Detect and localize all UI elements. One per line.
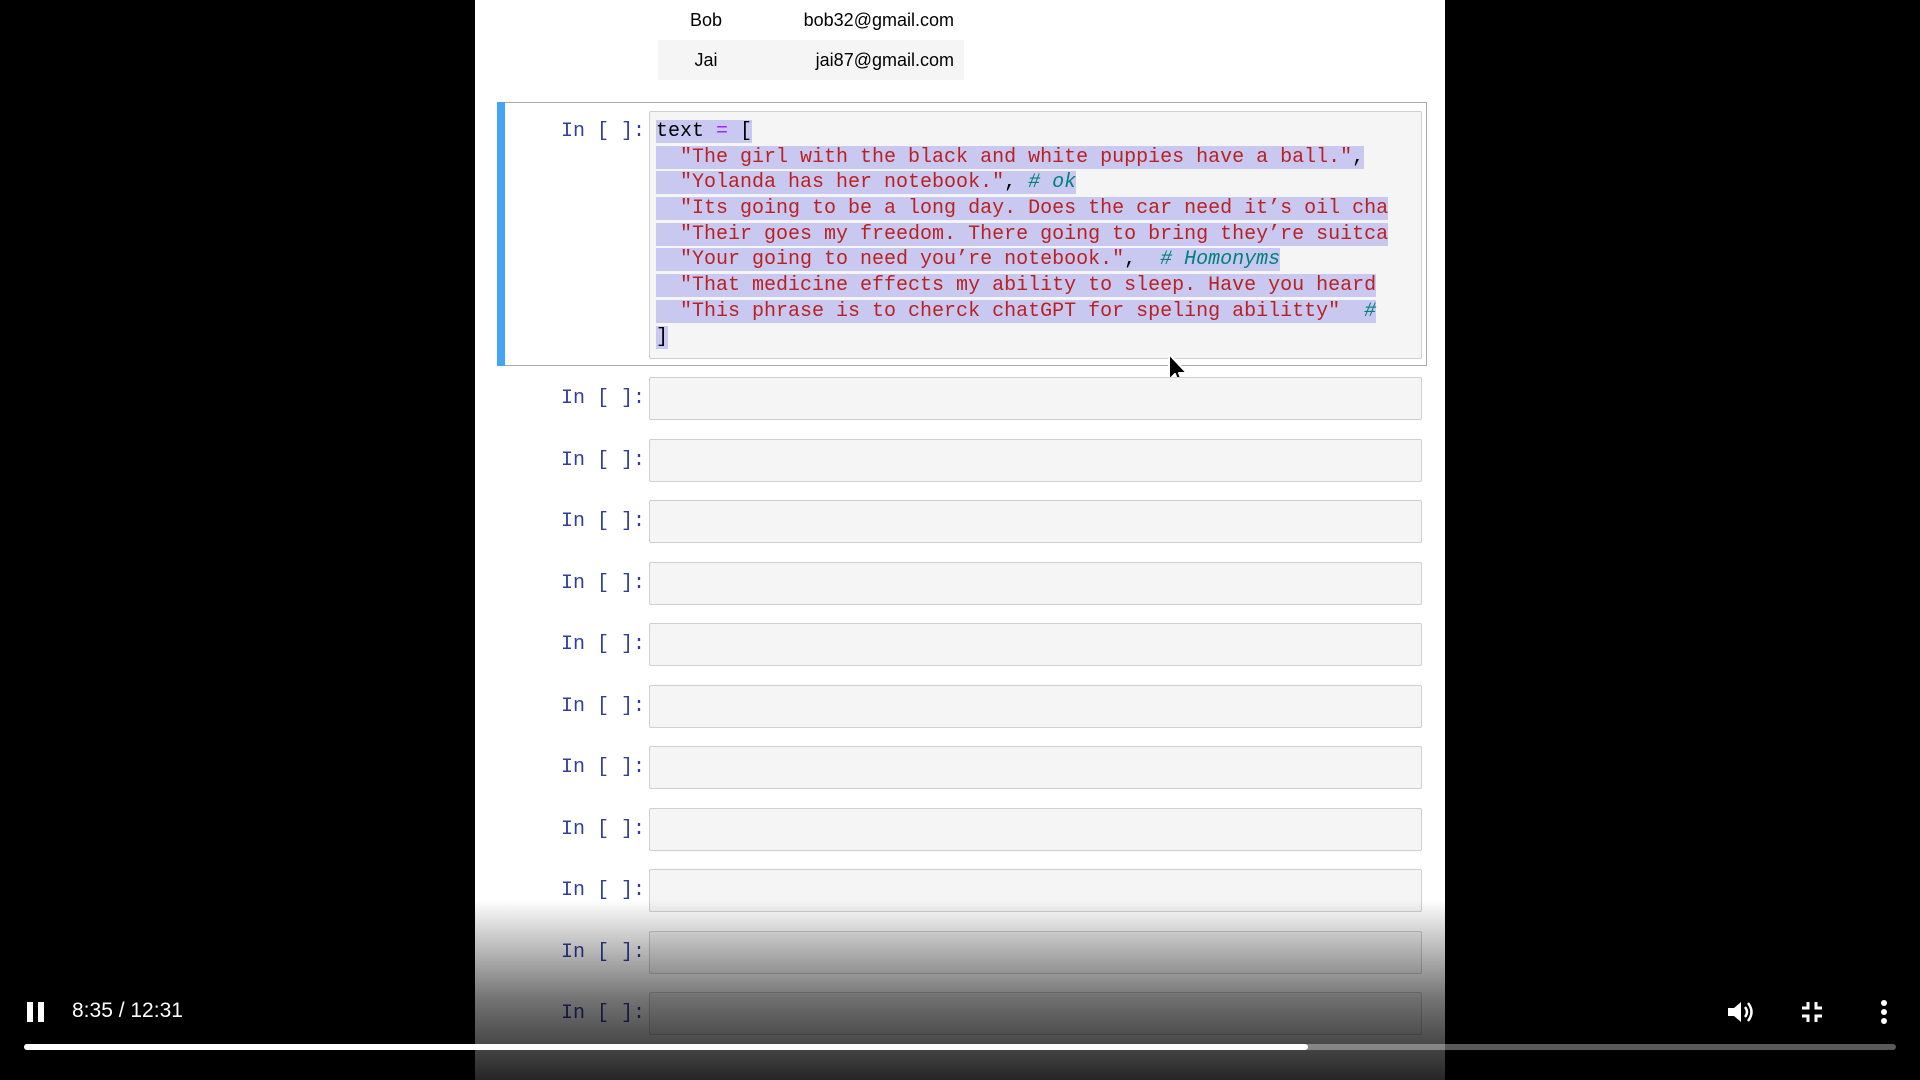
code-token: [ bbox=[728, 120, 753, 143]
code-token: "Its going to be a long day. Does the ca… bbox=[680, 197, 1389, 221]
code-line: "Your going to need you’re notebook.", #… bbox=[656, 247, 1422, 273]
selected-text: ] bbox=[656, 325, 669, 349]
code-line: text = [ bbox=[656, 119, 1422, 145]
empty-code-input[interactable] bbox=[649, 685, 1422, 728]
selected-text: "The girl with the black and white puppi… bbox=[656, 145, 1365, 169]
selected-text: "This phrase is to cherck chatGPT for sp… bbox=[656, 299, 1377, 323]
empty-code-input[interactable] bbox=[649, 931, 1422, 974]
cell-prompt: In [ ]: bbox=[560, 510, 645, 533]
cell-prompt: In [ ]: bbox=[560, 756, 645, 779]
time-display: 8:35 / 12:31 bbox=[72, 999, 183, 1022]
empty-code-input[interactable] bbox=[649, 439, 1422, 482]
code-token: , bbox=[1124, 248, 1161, 272]
table-row: Bob bob32@gmail.com bbox=[658, 0, 964, 40]
cell-prompt: In [ ]: bbox=[560, 120, 645, 143]
cell-prompt: In [ ]: bbox=[560, 387, 645, 410]
cell-prompt: In [ ]: bbox=[560, 449, 645, 472]
cell-prompt: In [ ]: bbox=[560, 633, 645, 656]
code-token: # ok bbox=[1028, 171, 1077, 195]
cell-prompt: In [ ]: bbox=[560, 941, 645, 964]
more-vert-icon[interactable] bbox=[1868, 996, 1900, 1028]
code-line: "That medicine effects my ability to sle… bbox=[656, 273, 1422, 299]
table-cell-name: Bob bbox=[689, 9, 723, 30]
selected-text: "Its going to be a long day. Does the ca… bbox=[656, 197, 1389, 221]
table-row: Jai jai87@gmail.com bbox=[658, 40, 964, 80]
exit-fullscreen-icon[interactable] bbox=[1796, 996, 1828, 1028]
selected-text: "Yolanda has her notebook.", # ok bbox=[656, 171, 1077, 195]
code-content[interactable]: text = [ "The girl with the black and wh… bbox=[656, 119, 1422, 359]
code-token: "Yolanda has her notebook." bbox=[680, 171, 1005, 195]
selected-text: "Your going to need you’re notebook.", #… bbox=[656, 248, 1281, 272]
cell-prompt: In [ ]: bbox=[560, 879, 645, 902]
empty-code-input[interactable] bbox=[649, 377, 1422, 420]
code-line: "Its going to be a long day. Does the ca… bbox=[656, 196, 1422, 222]
cell-prompt: In [ ]: bbox=[560, 695, 645, 718]
code-token: "Their goes my freedom. There going to b… bbox=[680, 222, 1389, 246]
code-token: "The girl with the black and white puppi… bbox=[680, 145, 1353, 169]
cell-prompt: In [ ]: bbox=[560, 572, 645, 595]
selected-text: text = [ bbox=[656, 120, 753, 143]
code-line: "This phrase is to cherck chatGPT for sp… bbox=[656, 299, 1422, 325]
volume-icon[interactable] bbox=[1724, 996, 1756, 1028]
table-cell-email: bob32@gmail.com bbox=[803, 9, 954, 30]
code-token: # bbox=[1364, 299, 1377, 323]
empty-code-input[interactable] bbox=[649, 808, 1422, 851]
cell-prompt: In [ ]: bbox=[560, 818, 645, 841]
code-token: "That medicine effects my ability to sle… bbox=[680, 274, 1377, 298]
code-token: ] bbox=[656, 325, 669, 349]
notebook-page: Bob bob32@gmail.com Jai jai87@gmail.com … bbox=[475, 0, 1445, 1080]
empty-code-input[interactable] bbox=[649, 500, 1422, 543]
code-line: "The girl with the black and white puppi… bbox=[656, 145, 1422, 171]
empty-code-input[interactable] bbox=[649, 623, 1422, 666]
pause-icon[interactable] bbox=[24, 1000, 48, 1024]
code-token: = bbox=[716, 120, 729, 143]
code-token: , bbox=[1352, 145, 1365, 169]
selected-text: "Their goes my freedom. There going to b… bbox=[656, 222, 1389, 246]
empty-code-input[interactable] bbox=[649, 562, 1422, 605]
code-line: ] bbox=[656, 325, 1422, 351]
progress-fill bbox=[24, 1044, 1309, 1050]
selected-text: "That medicine effects my ability to sle… bbox=[656, 274, 1377, 298]
code-line: "Their goes my freedom. There going to b… bbox=[656, 222, 1422, 248]
code-token: "Your going to need you’re notebook." bbox=[680, 248, 1125, 272]
code-token: "This phrase is to cherck chatGPT for sp… bbox=[680, 299, 1341, 323]
code-token: text bbox=[656, 120, 705, 143]
code-token: , bbox=[1004, 171, 1029, 195]
table-cell-name: Jai bbox=[658, 40, 754, 80]
progress-bar[interactable] bbox=[24, 1044, 1896, 1050]
video-controls bbox=[0, 980, 1920, 1080]
dataframe-output: Bob bob32@gmail.com Jai jai87@gmail.com bbox=[658, 0, 964, 80]
code-line: "Yolanda has her notebook.", # ok bbox=[656, 170, 1422, 196]
code-token: # Homonyms bbox=[1160, 248, 1281, 272]
table-cell-email: jai87@gmail.com bbox=[754, 40, 964, 80]
empty-code-input[interactable] bbox=[649, 746, 1422, 789]
empty-code-input[interactable] bbox=[649, 869, 1422, 912]
